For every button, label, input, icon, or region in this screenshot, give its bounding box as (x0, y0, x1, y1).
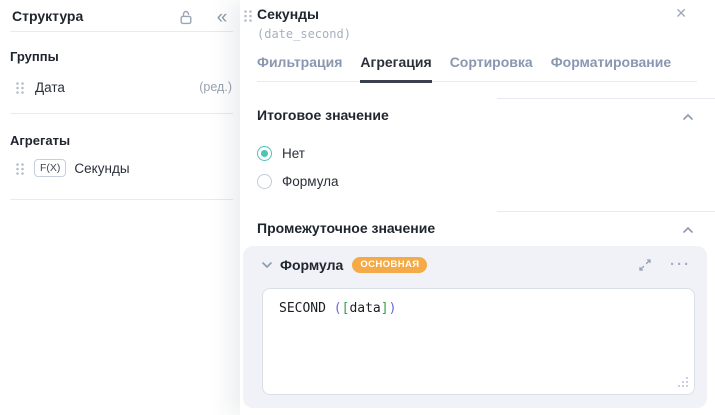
radio-option-none[interactable]: Нет (257, 146, 305, 161)
structure-panel: Структура « Группы Дата (ред.) Агрегаты (0, 0, 240, 415)
structure-panel-actions: « (176, 7, 232, 27)
chevron-down-icon[interactable] (260, 258, 274, 272)
formula-fx-badge: F(X) (34, 159, 66, 177)
radio-label: Нет (282, 146, 305, 161)
drag-handle-icon[interactable] (244, 9, 252, 27)
more-menu-icon[interactable]: ··· (670, 260, 691, 270)
groups-header: Группы (10, 49, 59, 64)
divider (497, 98, 715, 99)
field-settings-dialog: Секунды (date_second) ✕ Фильтрация Агрег… (240, 0, 715, 415)
aggregate-item-seconds[interactable]: F(X) Секунды (0, 156, 240, 180)
divider (10, 31, 233, 32)
radio-button[interactable] (257, 146, 272, 161)
radio-label: Формула (282, 174, 339, 189)
group-item-label: Дата (35, 80, 65, 95)
close-icon[interactable]: ✕ (675, 5, 687, 22)
lock-icon[interactable] (176, 7, 196, 27)
divider (10, 113, 233, 114)
resize-grip-icon[interactable] (677, 377, 688, 388)
code-token (326, 301, 334, 316)
formula-card: Формула ОСНОВНАЯ ··· SECOND ([data]) (243, 246, 707, 408)
group-item-data[interactable]: Дата (ред.) (0, 75, 240, 99)
radio-button[interactable] (257, 174, 272, 189)
structure-panel-title: Структура (12, 8, 83, 24)
code-token: ( (334, 301, 342, 316)
tab-formatting[interactable]: Форматирование (551, 54, 671, 81)
code-token: ) (389, 301, 397, 316)
divider (497, 211, 715, 212)
chevron-up-icon[interactable] (681, 223, 695, 237)
aggregates-header: Агрегаты (10, 133, 70, 148)
expand-icon[interactable] (638, 258, 652, 272)
formula-card-actions: ··· (638, 258, 691, 272)
formula-code: SECOND ([data]) (279, 301, 396, 316)
tab-filtration[interactable]: Фильтрация (257, 54, 342, 81)
drag-handle-icon[interactable] (16, 81, 24, 93)
total-value-section-title: Итоговое значение (257, 107, 389, 123)
main-badge: ОСНОВНАЯ (352, 257, 427, 273)
collapse-panel-icon[interactable]: « (212, 7, 232, 27)
radio-option-formula[interactable]: Формула (257, 174, 339, 189)
dialog-title: Секунды (257, 6, 319, 22)
intermediate-value-section-title: Промежуточное значение (257, 220, 435, 236)
code-token: data (349, 301, 380, 316)
app-window: Структура « Группы Дата (ред.) Агрегаты (0, 0, 715, 415)
formula-card-header: Формула ОСНОВНАЯ ··· (260, 257, 691, 273)
divider (10, 199, 233, 200)
code-token: ] (381, 301, 389, 316)
code-token: SECOND (279, 301, 326, 316)
aggregate-item-label: Секунды (74, 161, 129, 176)
drag-handle-icon[interactable] (16, 162, 24, 174)
tab-sorting[interactable]: Сортировка (450, 54, 533, 81)
group-item-edit-hint[interactable]: (ред.) (199, 80, 232, 94)
tab-aggregation[interactable]: Агрегация (360, 54, 431, 83)
formula-card-title: Формула (280, 257, 343, 273)
formula-editor[interactable]: SECOND ([data]) (262, 288, 695, 395)
settings-tabs: Фильтрация Агрегация Сортировка Форматир… (257, 54, 697, 82)
chevron-up-icon[interactable] (681, 110, 695, 124)
dialog-field-id: (date_second) (257, 27, 351, 41)
